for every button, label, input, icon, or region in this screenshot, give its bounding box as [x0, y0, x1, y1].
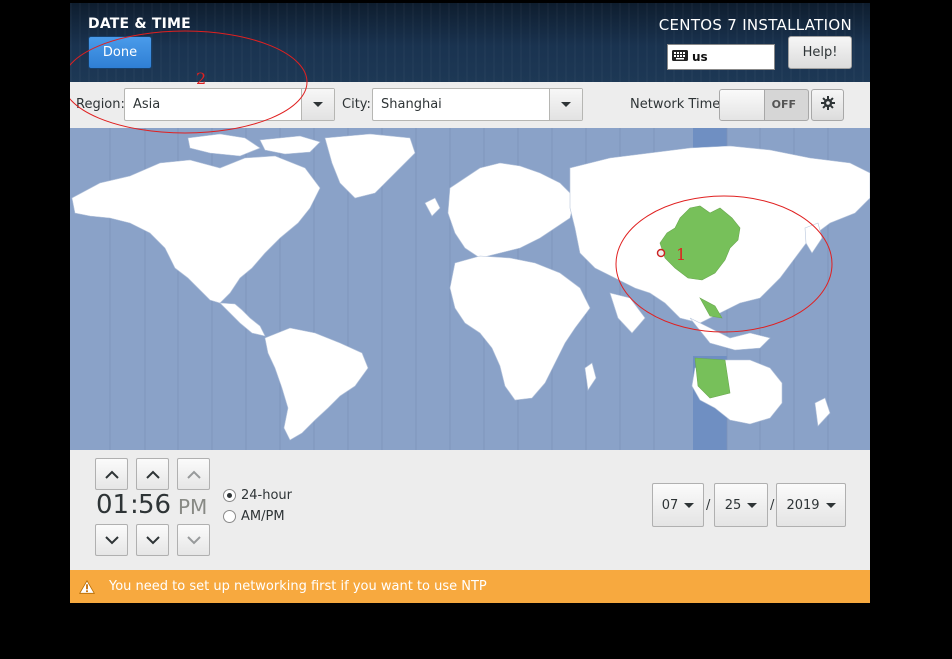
hours-down-button[interactable]: [95, 524, 128, 556]
hours-up-button[interactable]: [95, 458, 128, 490]
chevron-up-icon: [145, 470, 160, 479]
chevron-down-icon: [145, 535, 160, 544]
network-time-label: Network Time: [630, 97, 721, 112]
time-ampm: PM: [178, 495, 208, 519]
minutes-up-button[interactable]: [136, 458, 169, 490]
chevron-down-icon: [186, 535, 201, 544]
annotation-marker-2: 2: [196, 69, 207, 88]
format-ampm-label: AM/PM: [241, 509, 285, 524]
radio-24h[interactable]: [223, 489, 236, 502]
keyboard-layout-label: us: [692, 50, 708, 64]
day-combo[interactable]: 25: [714, 483, 768, 527]
gear-icon: [820, 95, 836, 115]
ntp-settings-button[interactable]: [811, 89, 844, 121]
time-minutes: 56: [138, 490, 172, 520]
year-combo[interactable]: 2019: [776, 483, 846, 527]
world-map-svg[interactable]: [70, 128, 870, 450]
map-pin-icon[interactable]: [656, 248, 666, 258]
format-24h-option[interactable]: 24-hour: [223, 488, 292, 503]
minutes-down-button[interactable]: [136, 524, 169, 556]
chevron-down-icon: [825, 502, 836, 508]
timezone-map[interactable]: [70, 128, 870, 450]
chevron-down-icon: [104, 535, 119, 544]
keyboard-icon: [672, 49, 688, 65]
keyboard-layout-indicator[interactable]: us: [667, 44, 775, 70]
product-title: CENTOS 7 INSTALLATION: [658, 16, 852, 34]
annotation-ellipse-2: [70, 30, 308, 134]
ampm-up-button[interactable]: [177, 458, 210, 490]
year-value: 2019: [786, 497, 820, 513]
city-label: City:: [342, 97, 371, 112]
warning-text: You need to set up networking first if y…: [109, 579, 487, 594]
month-value: 07: [661, 497, 679, 513]
annotation-marker-1: 1: [676, 245, 687, 264]
date-separator: /: [706, 498, 711, 513]
warning-bar: You need to set up networking first if y…: [70, 570, 870, 603]
day-value: 25: [724, 497, 742, 513]
month-combo[interactable]: 07: [652, 483, 704, 527]
radio-ampm[interactable]: [223, 510, 236, 523]
switch-knob[interactable]: [720, 90, 765, 120]
city-value: Shanghai: [381, 97, 442, 112]
format-24h-label: 24-hour: [241, 488, 293, 503]
chevron-down-icon: [747, 502, 758, 508]
network-time-state: OFF: [771, 98, 796, 111]
time-hours: 01: [96, 490, 130, 520]
datetime-window: DATE & TIME Done CENTOS 7 INSTALLATION u…: [70, 3, 870, 603]
network-time-switch[interactable]: OFF: [719, 89, 809, 121]
chevron-down-icon: [684, 502, 695, 508]
ampm-down-button[interactable]: [177, 524, 210, 556]
chevron-up-icon: [186, 470, 201, 479]
date-separator: /: [770, 498, 775, 513]
warning-icon: [79, 579, 95, 594]
city-combo[interactable]: Shanghai: [372, 88, 583, 121]
chevron-down-icon[interactable]: [549, 89, 582, 120]
chevron-up-icon: [104, 470, 119, 479]
format-ampm-option[interactable]: AM/PM: [223, 509, 285, 524]
help-button[interactable]: Help!: [788, 36, 852, 69]
